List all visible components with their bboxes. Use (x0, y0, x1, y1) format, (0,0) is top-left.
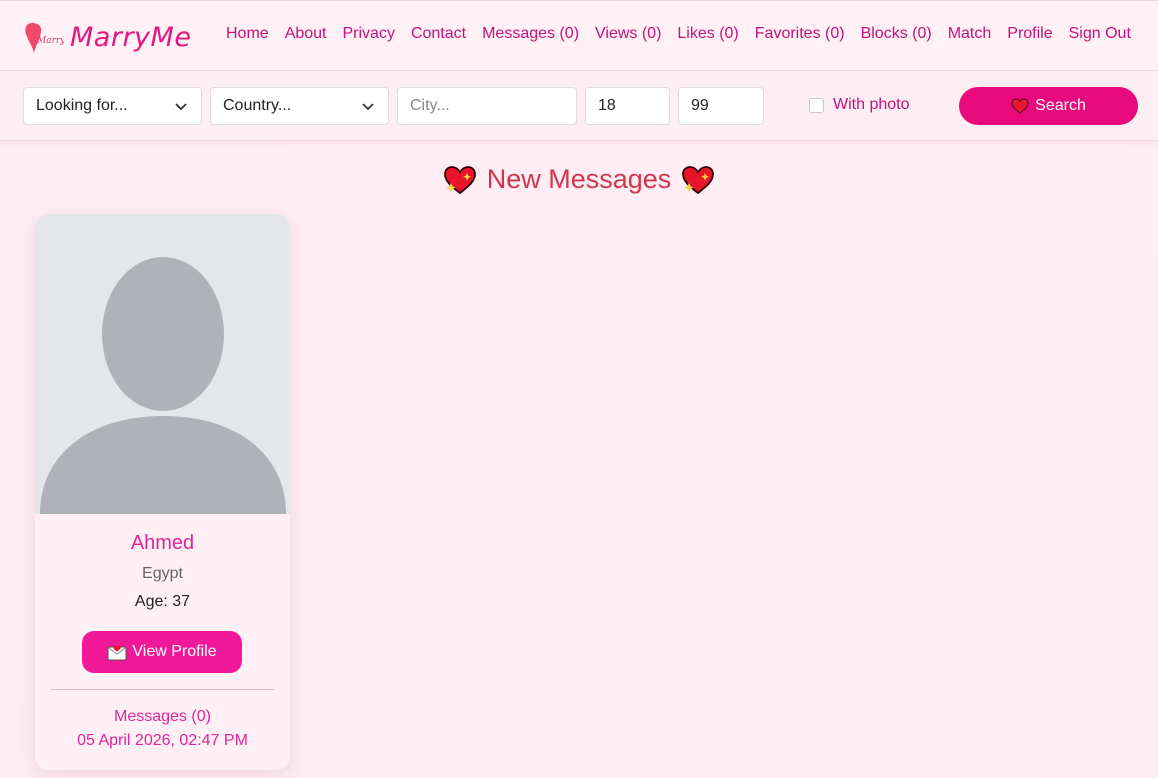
brand-logo[interactable]: MarryMe MarryMe (24, 17, 191, 57)
view-profile-button[interactable]: View Profile (82, 631, 242, 673)
card-divider (51, 689, 274, 690)
country-value: Country... (223, 97, 292, 114)
chevron-down-icon (362, 103, 374, 111)
profile-country: Egypt (142, 565, 183, 582)
user-placeholder-icon (40, 257, 286, 514)
heart-logo-icon: MarryMe (24, 19, 64, 55)
heart-icon (1011, 98, 1029, 114)
age-max-value: 99 (691, 97, 709, 114)
nav-favorites[interactable]: Favorites (0) (755, 25, 845, 43)
search-button-label: Search (1035, 97, 1086, 114)
brand-name: MarryMe (70, 21, 192, 53)
avatar[interactable] (35, 214, 290, 514)
with-photo-label[interactable]: With photo (833, 96, 909, 114)
nav-home[interactable]: Home (226, 25, 269, 43)
country-select[interactable]: Country... (210, 87, 389, 125)
page-title-text: New Messages (486, 164, 672, 194)
looking-for-select[interactable]: Looking for... (23, 87, 202, 125)
nav-sign-out[interactable]: Sign Out (1069, 25, 1131, 43)
search-button[interactable]: Search (959, 87, 1138, 125)
city-placeholder: City... (410, 97, 450, 114)
sparkling-heart-icon (682, 165, 715, 194)
nav-views[interactable]: Views (0) (595, 25, 661, 43)
card-timestamp: 05 April 2026, 02:47 PM (77, 732, 248, 749)
age-min-value: 18 (598, 97, 616, 114)
nav-likes[interactable]: Likes (0) (677, 25, 738, 43)
nav-about[interactable]: About (285, 25, 327, 43)
city-input[interactable]: City... (397, 87, 577, 125)
age-min-input[interactable]: 18 (585, 87, 670, 125)
looking-for-value: Looking for... (36, 97, 128, 114)
love-letter-icon (107, 645, 127, 661)
top-navbar: MarryMe MarryMe Home About Privacy Conta… (0, 0, 1158, 71)
view-profile-label: View Profile (132, 643, 217, 660)
nav-contact[interactable]: Contact (411, 25, 466, 43)
nav-match[interactable]: Match (948, 25, 992, 43)
profile-card: Ahmed Egypt Age: 37 View Profile Message… (35, 214, 290, 770)
sparkling-heart-icon (443, 165, 476, 194)
svg-text:MarryMe: MarryMe (36, 36, 64, 46)
page-title: New Messages (0, 164, 1158, 195)
profile-age: Age: 37 (134, 593, 191, 610)
chevron-down-icon (175, 103, 187, 111)
card-messages-count[interactable]: Messages (0) (35, 708, 290, 726)
nav-profile[interactable]: Profile (1007, 25, 1052, 43)
profile-name[interactable]: Ahmed (35, 532, 290, 555)
nav-messages[interactable]: Messages (0) (482, 25, 579, 43)
age-max-input[interactable]: 99 (678, 87, 764, 125)
nav-blocks[interactable]: Blocks (0) (861, 25, 932, 43)
with-photo-checkbox[interactable] (809, 98, 824, 113)
nav-privacy[interactable]: Privacy (343, 25, 395, 43)
main-nav: Home About Privacy Contact Messages (0) … (218, 25, 1139, 43)
